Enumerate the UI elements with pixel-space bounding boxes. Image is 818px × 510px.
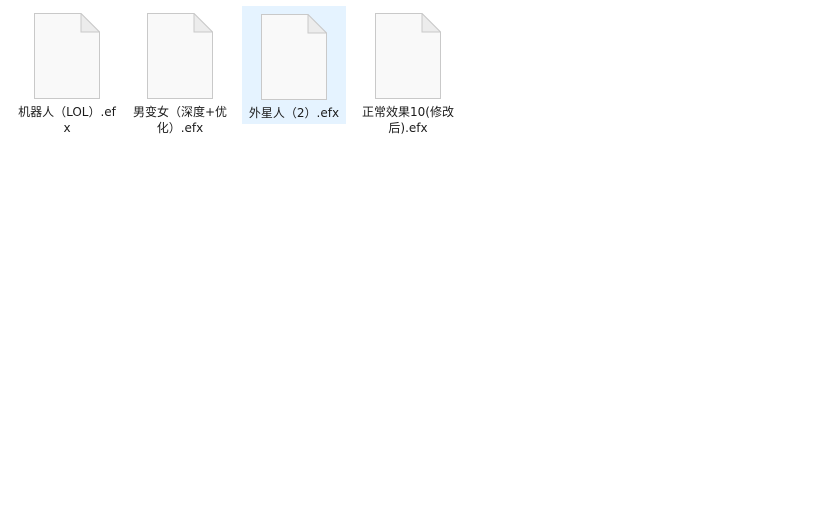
file-item-male-to-female[interactable]: 男变女（深度+优化）.efx [128,6,232,135]
file-name-label: 男变女（深度+优化）.efx [132,105,228,135]
file-explorer-pane[interactable]: 机器人（LOL）.efx 男变女（深度+优化）.efx 外星人（2）.efx 正… [0,0,818,510]
blank-file-icon [147,13,213,99]
file-item-normal-effect-10[interactable]: 正常效果10(修改后).efx [356,6,460,135]
blank-file-icon [375,13,441,99]
file-item-robot-lol[interactable]: 机器人（LOL）.efx [15,6,119,135]
blank-file-icon [34,13,100,99]
file-name-label: 机器人（LOL）.efx [18,105,116,135]
file-name-label: 外星人（2）.efx [248,106,340,120]
file-item-alien-2[interactable]: 外星人（2）.efx [242,6,346,124]
file-name-label: 正常效果10(修改后).efx [362,105,454,135]
blank-file-icon [261,14,327,100]
